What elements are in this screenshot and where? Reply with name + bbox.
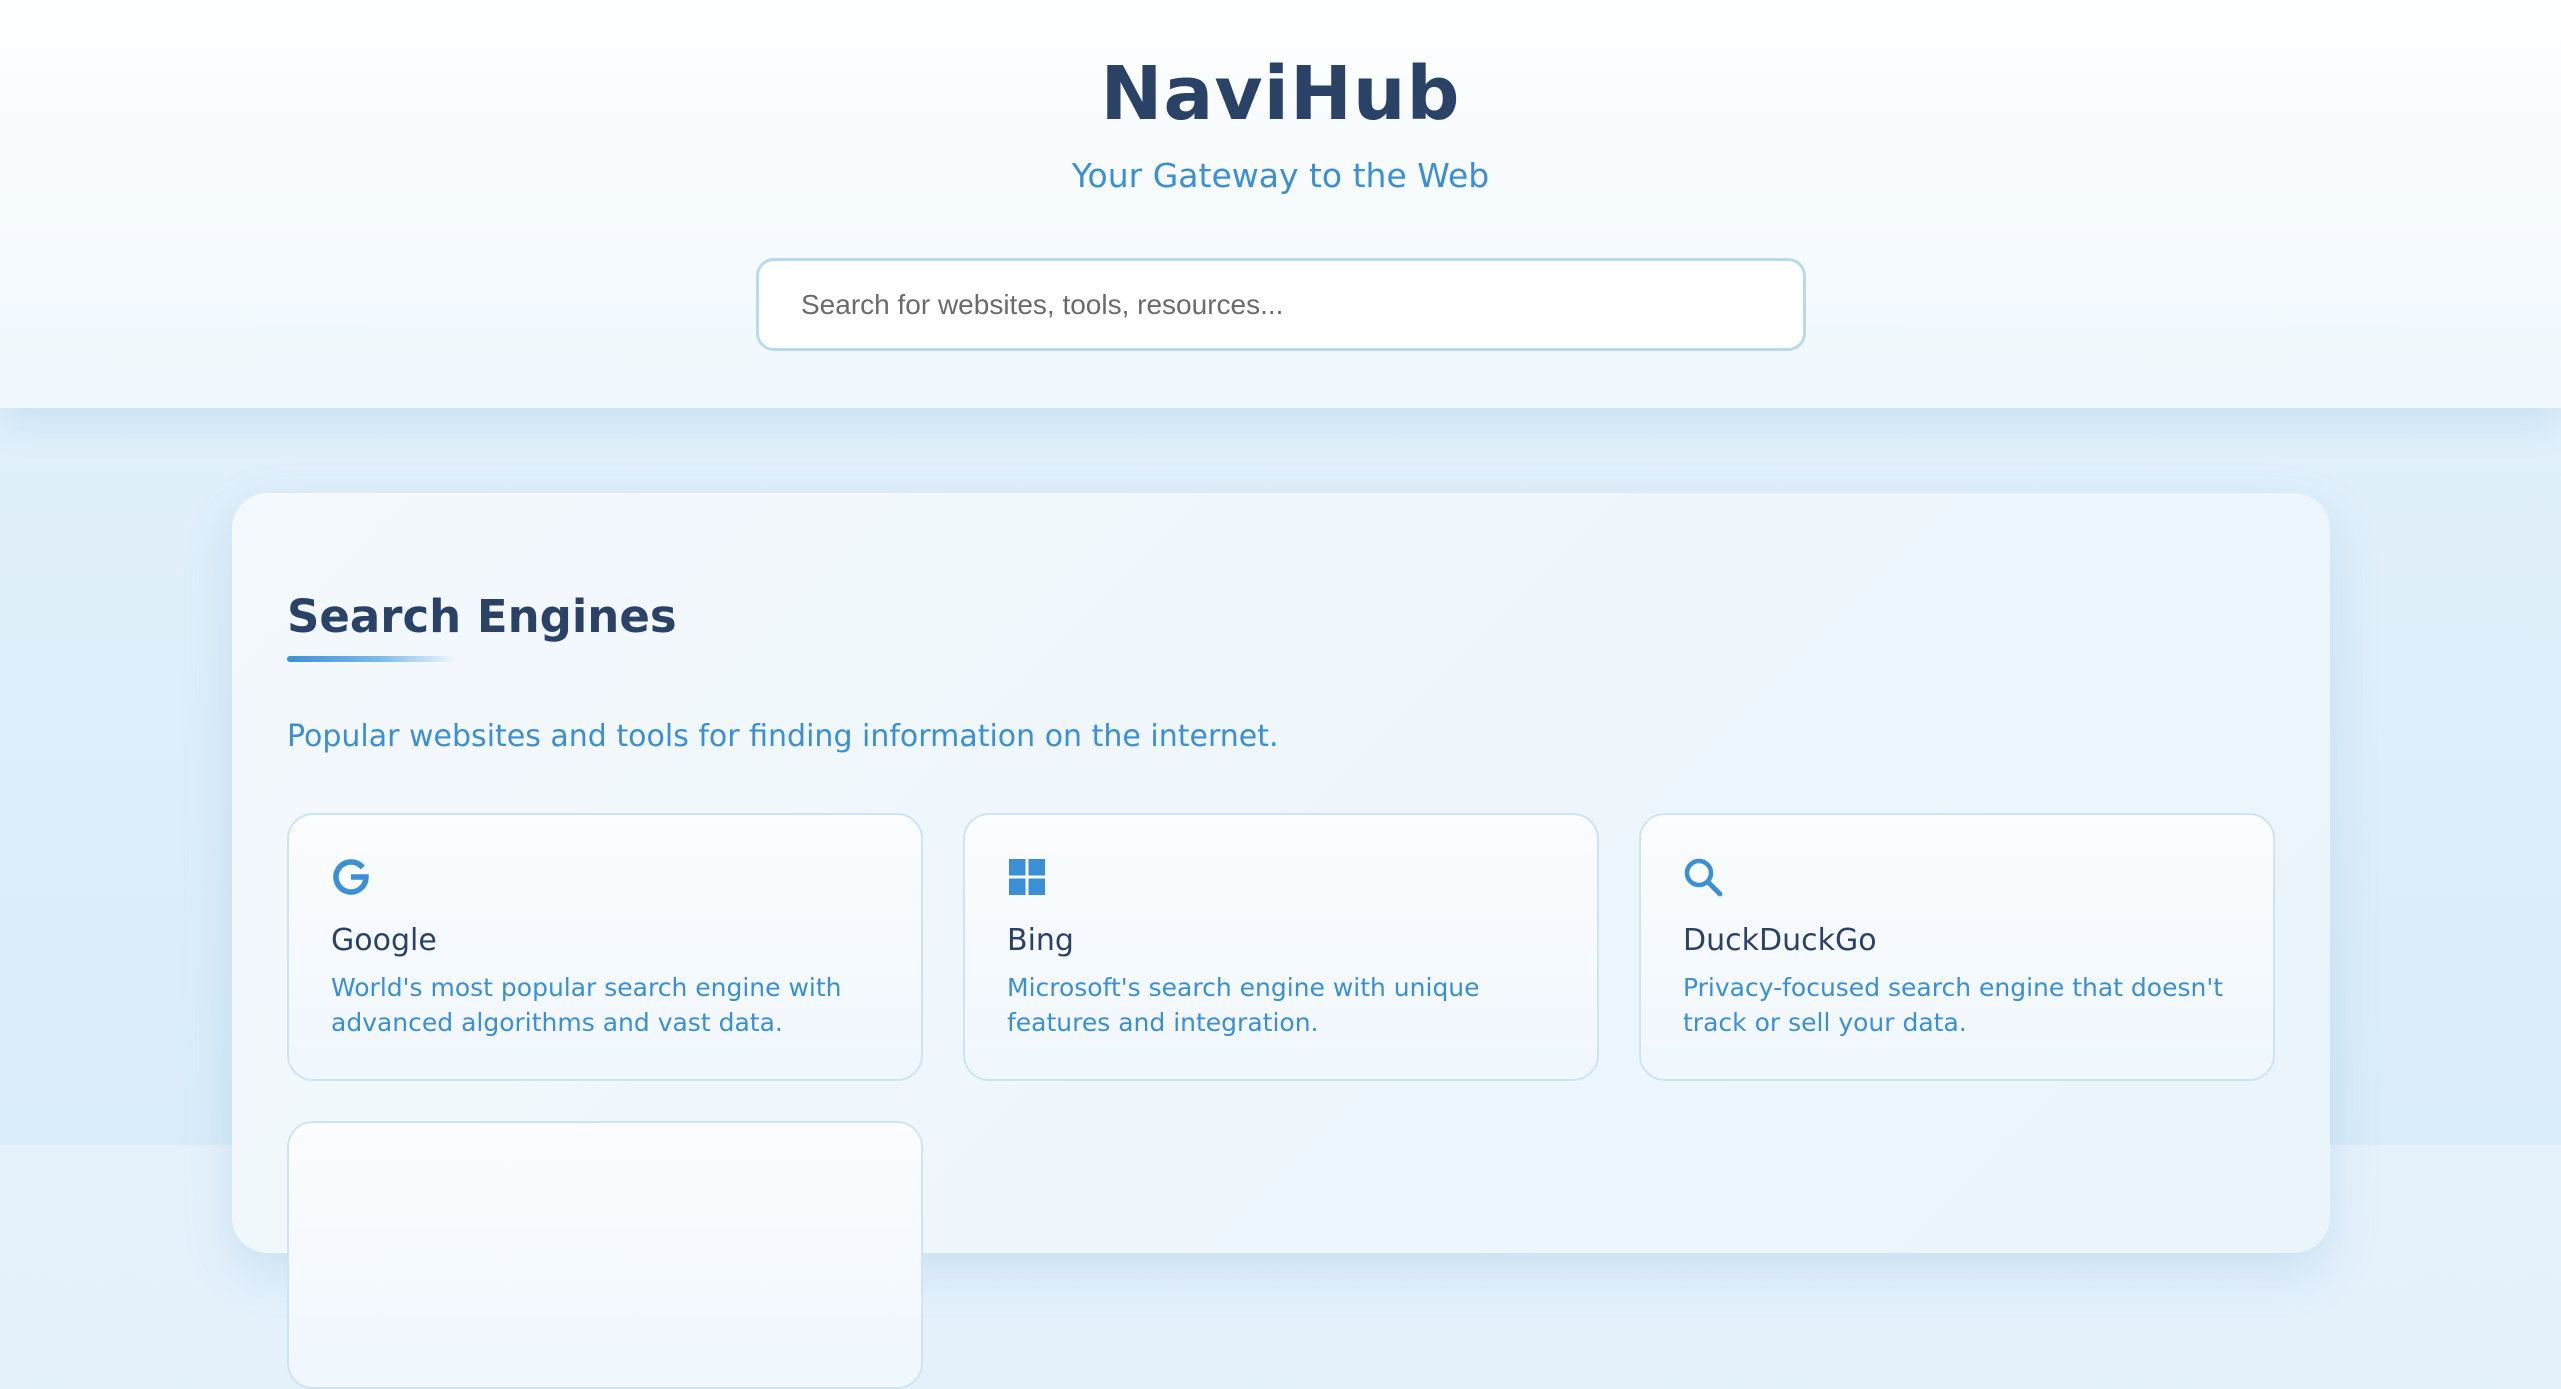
card-description: Privacy-focused search engine that doesn… [1683, 973, 2224, 1037]
site-title: NaviHub [1100, 51, 1461, 137]
search-engines-section: Search Engines Popular websites and tool… [232, 493, 2330, 1389]
windows-icon [1009, 859, 1045, 895]
search-box[interactable] [756, 258, 1806, 351]
card-title: Bing [1007, 923, 1074, 958]
card-partial[interactable] [287, 1121, 923, 1389]
google-icon [333, 859, 369, 895]
card-duckduckgo[interactable]: DuckDuckGo Privacy-focused search engine… [1639, 813, 2275, 1081]
card-description: Microsoft's search engine with unique fe… [1007, 973, 1480, 1037]
search-icon [1684, 858, 1723, 897]
section-description: Popular websites and tools for finding i… [287, 719, 1279, 754]
search-input[interactable] [759, 261, 1803, 348]
site-tagline: Your Gateway to the Web [1071, 156, 1490, 195]
card-title: DuckDuckGo [1683, 923, 1877, 958]
section-title-underline [287, 656, 457, 662]
site-header: NaviHub Your Gateway to the Web [0, 0, 2561, 408]
card-google[interactable]: Google World's most popular search engin… [287, 813, 923, 1081]
card-description: World's most popular search engine with … [331, 973, 842, 1037]
section-title: Search Engines [287, 590, 677, 643]
card-bing[interactable]: Bing Microsoft's search engine with uniq… [963, 813, 1599, 1081]
card-title: Google [331, 923, 437, 958]
